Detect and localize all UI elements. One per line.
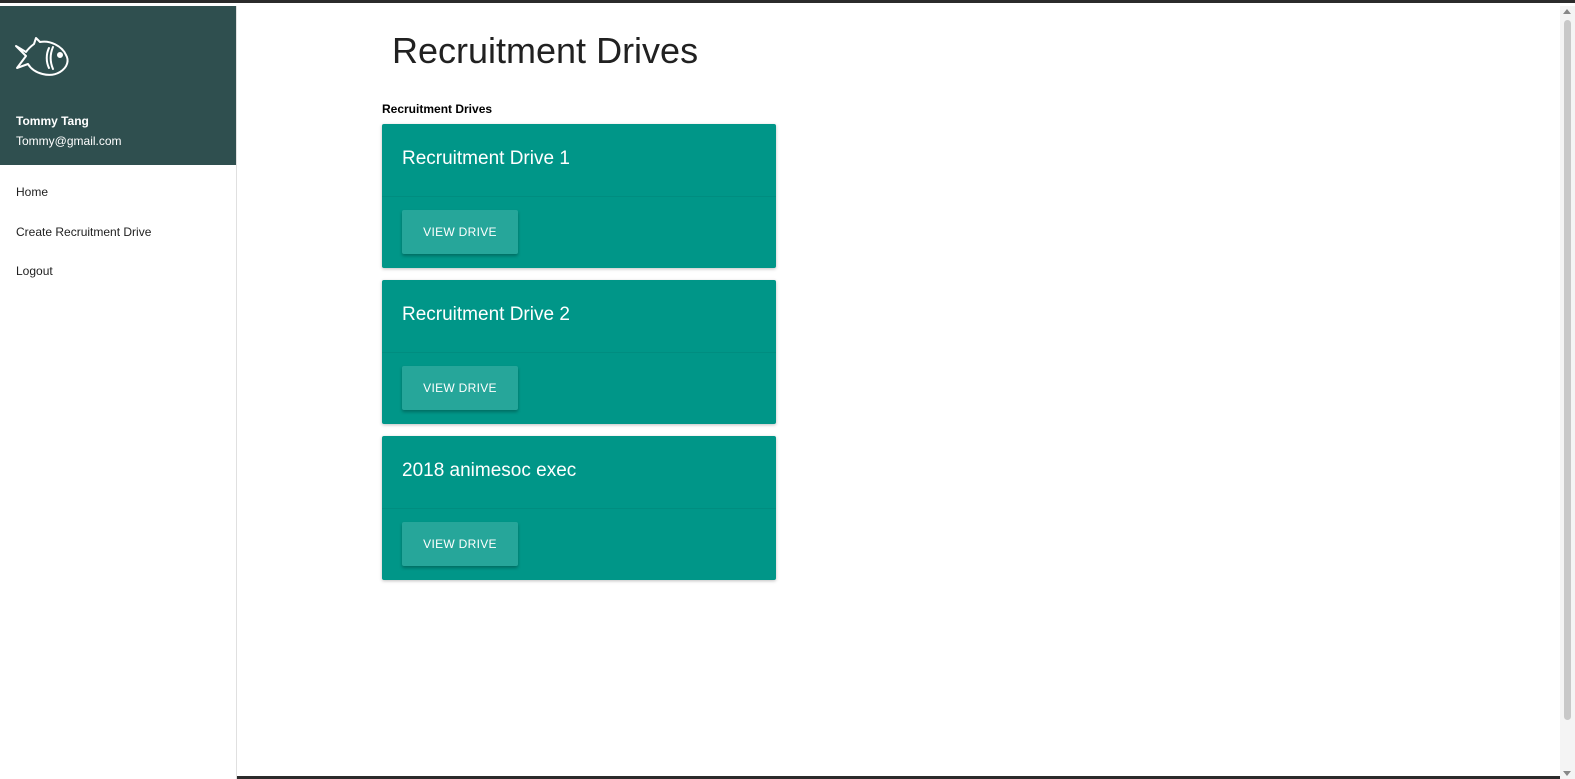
- drive-card: Recruitment Drive 1 VIEW DRIVE: [382, 124, 776, 268]
- page-title: Recruitment Drives: [392, 30, 699, 71]
- scroll-up-arrow-icon[interactable]: [1563, 9, 1571, 14]
- drive-card-title: Recruitment Drive 2: [402, 304, 570, 325]
- view-drive-button[interactable]: VIEW DRIVE: [402, 522, 518, 566]
- sidebar-item-create-recruitment-drive[interactable]: Create Recruitment Drive: [0, 213, 236, 253]
- drive-card-title: Recruitment Drive 1: [402, 148, 570, 169]
- drive-card: Recruitment Drive 2 VIEW DRIVE: [382, 280, 776, 424]
- vertical-scrollbar[interactable]: [1560, 6, 1575, 779]
- drive-card-title: 2018 animesoc exec: [402, 460, 577, 481]
- view-drive-button[interactable]: VIEW DRIVE: [402, 210, 518, 254]
- main-content: Recruitment Drives Recruitment Drives Re…: [237, 6, 1575, 773]
- card-divider: [382, 196, 776, 197]
- scroll-down-arrow-icon[interactable]: [1563, 771, 1571, 776]
- sidebar-nav: Home Create Recruitment Drive Logout: [0, 165, 236, 292]
- drive-card: 2018 animesoc exec VIEW DRIVE: [382, 436, 776, 580]
- fish-icon: [15, 37, 69, 76]
- sidebar: Tommy Tang Tommy@gmail.com Home Create R…: [0, 6, 237, 779]
- section-label: Recruitment Drives: [382, 102, 493, 116]
- user-header: Tommy Tang Tommy@gmail.com: [0, 6, 236, 165]
- user-name: Tommy Tang: [16, 114, 89, 128]
- sidebar-item-home[interactable]: Home: [0, 173, 236, 213]
- view-drive-button[interactable]: VIEW DRIVE: [402, 366, 518, 410]
- drive-card-list: Recruitment Drive 1 VIEW DRIVE Recruitme…: [382, 124, 776, 592]
- card-divider: [382, 352, 776, 353]
- scroll-thumb[interactable]: [1564, 20, 1571, 720]
- sidebar-item-logout[interactable]: Logout: [0, 252, 236, 292]
- app-frame: Tommy Tang Tommy@gmail.com Home Create R…: [0, 0, 1575, 779]
- card-divider: [382, 508, 776, 509]
- user-email: Tommy@gmail.com: [16, 134, 122, 148]
